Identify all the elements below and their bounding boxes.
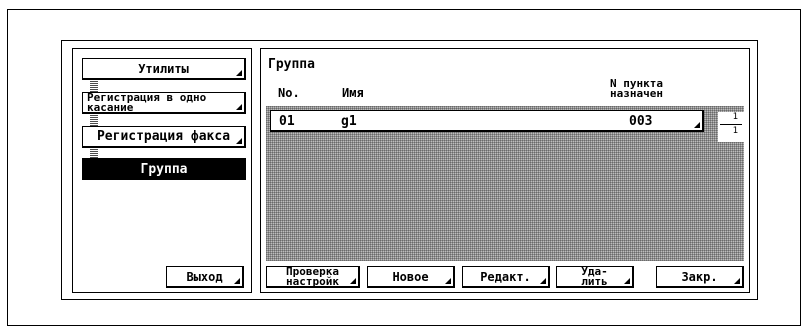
sidebar-item-utilities[interactable]: Утилиты — [82, 58, 246, 80]
sidebar-item-label-line2: касание — [87, 100, 134, 114]
page-divider — [720, 124, 742, 125]
check-settings-line2: настройк — [286, 274, 339, 288]
page-total: 1 — [732, 126, 738, 136]
close-button-label: Закр. — [681, 269, 718, 284]
connector-decoration — [90, 148, 98, 158]
delete-button[interactable]: Уда- лить — [556, 266, 634, 288]
page-current: 1 — [732, 112, 738, 122]
delete-button-line2: лить — [581, 274, 608, 288]
sidebar-item-fax-registration[interactable]: Регистрация факса — [82, 126, 246, 148]
row-no: 01 — [279, 114, 295, 129]
exit-button[interactable]: Выход — [166, 266, 244, 288]
edit-button-label: Редакт. — [480, 269, 531, 284]
column-header-no: No. — [278, 86, 300, 100]
exit-button-label: Выход — [186, 269, 223, 284]
new-button[interactable]: Новое — [367, 266, 455, 288]
connector-decoration — [90, 114, 98, 126]
sidebar-item-label: Регистрация факса — [96, 129, 231, 144]
page-indicator: 1 1 — [718, 112, 744, 142]
new-button-label: Новое — [392, 269, 429, 284]
sidebar-item-group[interactable]: Группа — [82, 158, 246, 180]
column-header-name: Имя — [342, 86, 364, 100]
row-dest: 003 — [629, 114, 653, 129]
close-button[interactable]: Закр. — [656, 266, 744, 288]
sidebar-item-one-touch-registration[interactable]: Регистрация в одно касание — [82, 92, 246, 114]
check-settings-button[interactable]: Проверка настройк — [266, 266, 360, 288]
list-header — [266, 78, 744, 106]
column-header-dest: N пункта назначен — [610, 78, 663, 100]
sidebar-item-label: Утилиты — [138, 61, 189, 76]
table-row[interactable]: 01 g1 003 — [270, 110, 704, 132]
column-header-dest-line2: назначен — [610, 87, 663, 100]
sidebar-item-label: Группа — [140, 161, 188, 177]
row-name: g1 — [341, 114, 357, 129]
edit-button[interactable]: Редакт. — [462, 266, 550, 288]
page-title: Группа — [268, 57, 315, 72]
